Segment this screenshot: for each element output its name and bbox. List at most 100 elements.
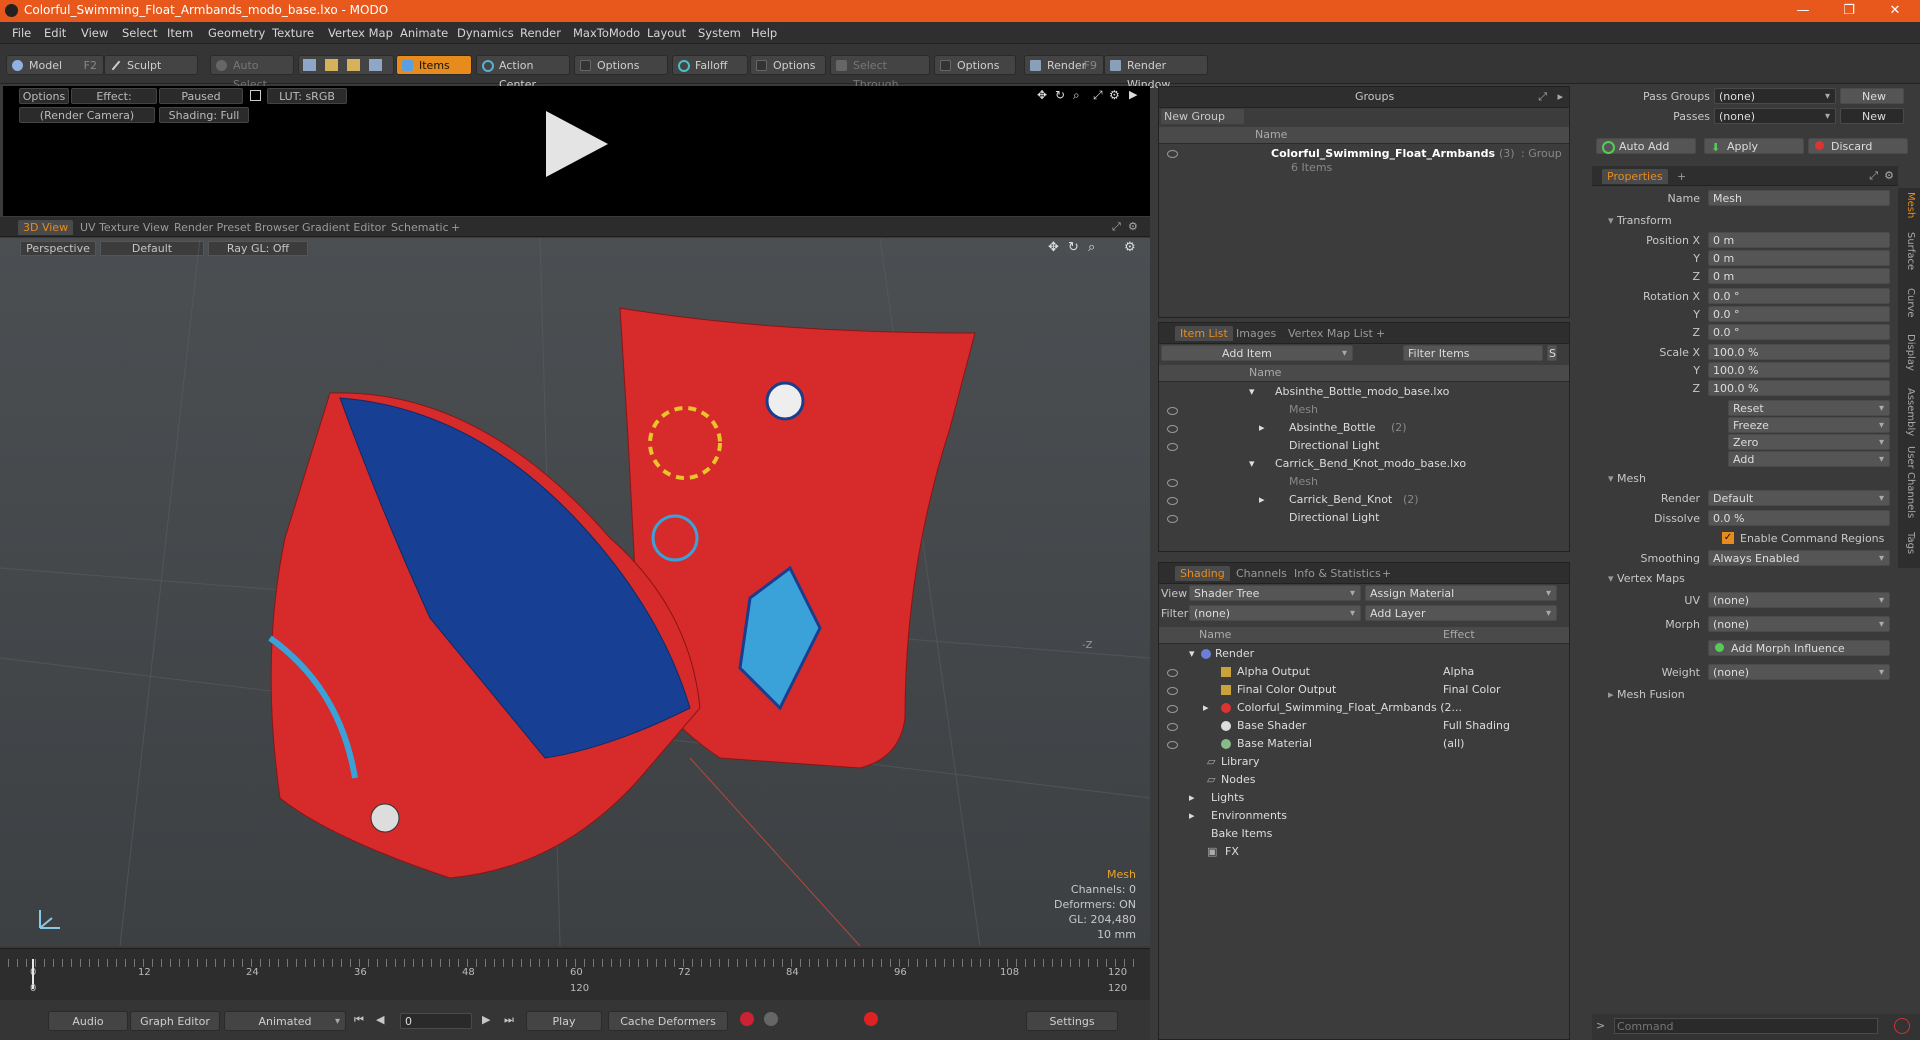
model-mode-button[interactable]: Model F2	[6, 55, 104, 75]
maximize-icon[interactable]: ⤢	[1869, 169, 1878, 183]
menu-edit[interactable]: Edit	[44, 26, 66, 40]
expand-icon[interactable]: ▸	[1189, 789, 1195, 807]
rotation-z-field[interactable]: 0.0 °	[1708, 324, 1890, 340]
list-item[interactable]: Directional Light	[1159, 509, 1569, 527]
eye-icon[interactable]	[1167, 515, 1178, 523]
menu-item[interactable]: Item	[167, 26, 193, 40]
zero-dropdown[interactable]: Zero	[1728, 434, 1890, 450]
list-item[interactable]: ▸ Carrick_Bend_Knot (2)	[1159, 491, 1569, 509]
maximize-icon[interactable]: ⤢	[1093, 88, 1103, 103]
expand-icon[interactable]: ▾	[1249, 383, 1255, 401]
expand-icon[interactable]: ▸	[1259, 491, 1265, 509]
eye-icon[interactable]	[1167, 687, 1178, 695]
falloff-button[interactable]: Falloff	[672, 55, 748, 75]
cache-deformers-button[interactable]: Cache Deformers	[608, 1011, 728, 1031]
side-tab-curve[interactable]: Curve	[1902, 288, 1916, 318]
morph-dropdown[interactable]: (none)	[1708, 616, 1890, 632]
side-tab-tags[interactable]: Tags	[1902, 532, 1916, 554]
graph-editor-button[interactable]: Graph Editor	[130, 1011, 220, 1031]
new-group-button[interactable]: New Group	[1161, 109, 1244, 124]
mesh-section[interactable]: ▾ Mesh	[1608, 472, 1646, 485]
command-regions-checkbox[interactable]: ✓	[1722, 532, 1734, 544]
pan-icon[interactable]: ✥	[1037, 88, 1047, 102]
next-frame-icon[interactable]: ▶	[482, 1013, 490, 1026]
rotation-y-field[interactable]: 0.0 °	[1708, 306, 1890, 322]
action-center-button[interactable]: Action Center	[476, 55, 570, 91]
play-preview-icon[interactable]	[546, 111, 608, 177]
reset-dropdown[interactable]: Reset	[1728, 400, 1890, 416]
auto-select-button[interactable]: Auto Select	[210, 55, 294, 91]
tab-schematic[interactable]: Schematic	[386, 220, 454, 235]
list-item[interactable]: ▾ Carrick_Bend_Knot_modo_base.lxo	[1159, 455, 1569, 473]
vertex-maps-section[interactable]: ▾ Vertex Maps	[1608, 572, 1685, 585]
eye-icon[interactable]	[1167, 669, 1178, 677]
pass-groups-new-button[interactable]: New	[1840, 88, 1904, 104]
expand-icon[interactable]: ▸	[1203, 699, 1209, 717]
add-tab-icon[interactable]: +	[446, 220, 465, 235]
play-button[interactable]: Play	[526, 1011, 602, 1031]
last-frame-icon[interactable]: ⏭	[504, 1013, 514, 1027]
list-item[interactable]: ▸ Absinthe_Bottle (2)	[1159, 419, 1569, 437]
list-item[interactable]: Mesh	[1159, 401, 1569, 419]
eye-icon[interactable]	[1167, 150, 1178, 158]
menu-view[interactable]: View	[81, 26, 108, 40]
timeline-ruler[interactable]	[8, 959, 1142, 967]
shader-row[interactable]: ▱ Nodes	[1159, 771, 1569, 789]
auto-key-icon[interactable]	[764, 1012, 778, 1026]
shader-row[interactable]: Base Shader Full Shading	[1159, 717, 1569, 735]
items-mode-button[interactable]: Items	[396, 55, 472, 75]
maximize-button[interactable]: ❐	[1826, 0, 1872, 22]
tab-info-statistics[interactable]: Info & Statistics	[1289, 566, 1386, 581]
edges-mode-icon[interactable]	[325, 59, 338, 71]
tab-images[interactable]: Images	[1231, 326, 1281, 341]
expand-icon[interactable]: ▸	[1189, 807, 1195, 825]
eye-icon[interactable]	[1167, 407, 1178, 415]
pass-groups-dropdown[interactable]: (none)	[1714, 88, 1836, 104]
tab-properties[interactable]: Properties	[1602, 169, 1668, 184]
side-tab-mesh[interactable]: Mesh	[1902, 192, 1916, 218]
action-center-options-button[interactable]: Options	[574, 55, 668, 75]
preview-camera-dropdown[interactable]: (Render Camera)	[19, 107, 155, 123]
tab-vertex-map-list[interactable]: Vertex Map List	[1283, 326, 1378, 341]
materials-mode-icon[interactable]	[369, 59, 382, 71]
arrow-right-icon[interactable]: ▸	[1557, 90, 1563, 103]
menu-render[interactable]: Render	[520, 26, 561, 40]
smoothing-dropdown[interactable]: Always Enabled	[1708, 550, 1890, 566]
menu-file[interactable]: File	[12, 26, 31, 40]
command-input[interactable]	[1614, 1018, 1878, 1034]
menu-dynamics[interactable]: Dynamics	[457, 26, 514, 40]
tab-item-list[interactable]: Item List	[1175, 326, 1233, 341]
menu-system[interactable]: System	[698, 26, 741, 40]
view-dropdown[interactable]: Shader Tree	[1189, 585, 1361, 601]
tab-channels[interactable]: Channels	[1231, 566, 1292, 581]
eye-icon[interactable]	[1167, 723, 1178, 731]
eye-icon[interactable]	[1167, 479, 1178, 487]
discard-button[interactable]: Discard	[1808, 138, 1908, 154]
maximize-icon[interactable]: ⤢	[1538, 90, 1547, 104]
menu-layout[interactable]: Layout	[647, 26, 686, 40]
record-icon[interactable]	[864, 1012, 878, 1026]
position-y-field[interactable]: 0 m	[1708, 250, 1890, 266]
3d-viewport[interactable]: Perspective Default Ray GL: Off ✥ ↻ ⌕ ⚙ …	[0, 238, 1150, 946]
shader-row[interactable]: Alpha Output Alpha	[1159, 663, 1569, 681]
tab-uv-texture-view[interactable]: UV Texture View	[75, 220, 174, 235]
render-dropdown[interactable]: Default	[1708, 490, 1890, 506]
animated-dropdown[interactable]: Animated	[224, 1011, 346, 1031]
falloff-options-button[interactable]: Options	[750, 55, 826, 75]
shader-row[interactable]: ▾ Render	[1159, 645, 1569, 663]
gear-icon[interactable]: ⚙	[1884, 169, 1894, 182]
apply-button[interactable]: ⬇ Apply	[1704, 138, 1804, 154]
shader-row[interactable]: ▸ Lights	[1159, 789, 1569, 807]
expand-icon[interactable]: ▾	[1249, 455, 1255, 473]
side-tab-surface[interactable]: Surface	[1902, 232, 1916, 270]
sculpt-mode-button[interactable]: Sculpt	[104, 55, 198, 75]
side-tab-user-channels[interactable]: User Channels	[1902, 446, 1916, 518]
tab-shading[interactable]: Shading	[1175, 566, 1230, 581]
add-layer-dropdown[interactable]: Add Layer	[1365, 605, 1557, 621]
eye-icon[interactable]	[1167, 741, 1178, 749]
position-x-field[interactable]: 0 m	[1708, 232, 1890, 248]
preview-shading-dropdown[interactable]: Shading: Full	[159, 107, 249, 123]
list-item[interactable]: ▾ Absinthe_Bottle_modo_base.lxo	[1159, 383, 1569, 401]
shader-row[interactable]: ▣ FX	[1159, 843, 1569, 861]
menu-maxtomodo[interactable]: MaxToModo	[573, 26, 640, 40]
